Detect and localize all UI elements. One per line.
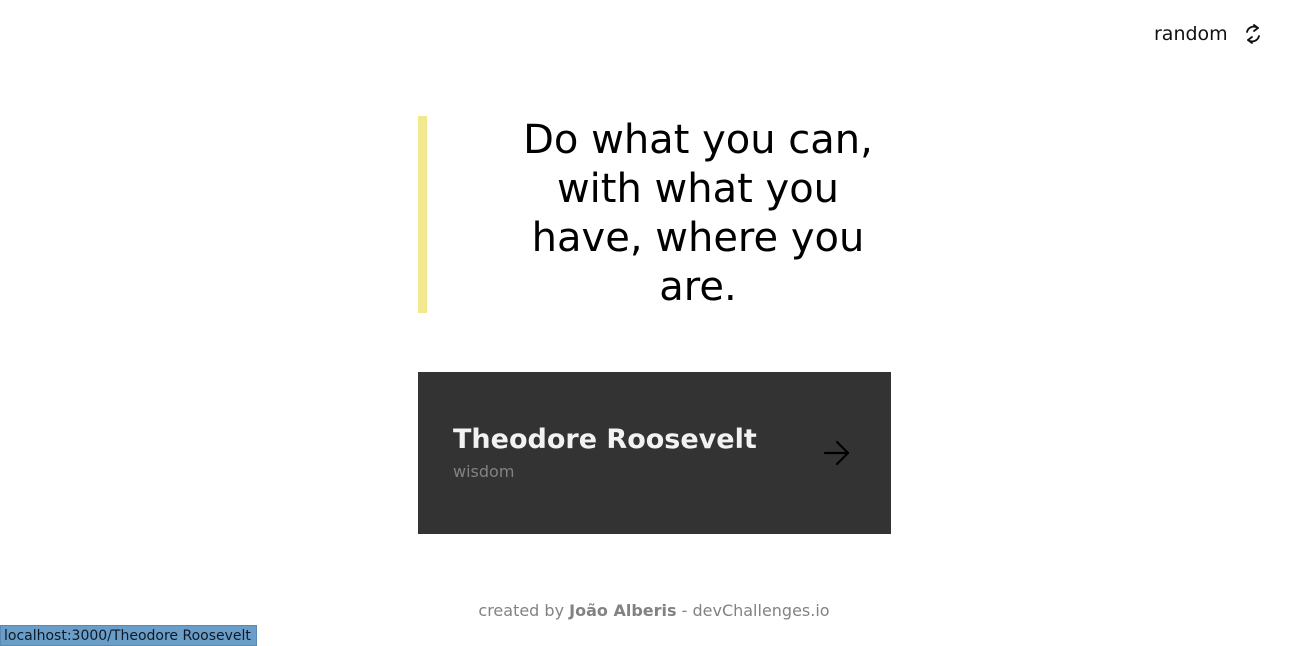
footer: created by João Alberis - devChallenges.… — [0, 601, 1308, 620]
random-button[interactable]: random — [1154, 22, 1264, 46]
footer-author-link[interactable]: João Alberis — [569, 601, 676, 620]
random-label: random — [1154, 23, 1228, 45]
refresh-icon — [1242, 22, 1264, 46]
footer-prefix: created by — [478, 601, 570, 620]
status-bar-url: localhost:3000/Theodore Roosevelt — [0, 625, 257, 646]
author-card[interactable]: Theodore Roosevelt wisdom — [418, 372, 891, 534]
arrow-right-icon — [822, 439, 852, 473]
footer-site-link[interactable]: devChallenges.io — [692, 601, 829, 620]
quote-text: Do what you can, with what you have, whe… — [523, 117, 873, 310]
quote-block: Do what you can, with what you have, whe… — [418, 116, 891, 313]
quote-genre: wisdom — [453, 462, 515, 481]
author-name: Theodore Roosevelt — [453, 424, 757, 455]
footer-separator: - — [676, 601, 693, 620]
quote-accent-bar — [418, 116, 427, 313]
